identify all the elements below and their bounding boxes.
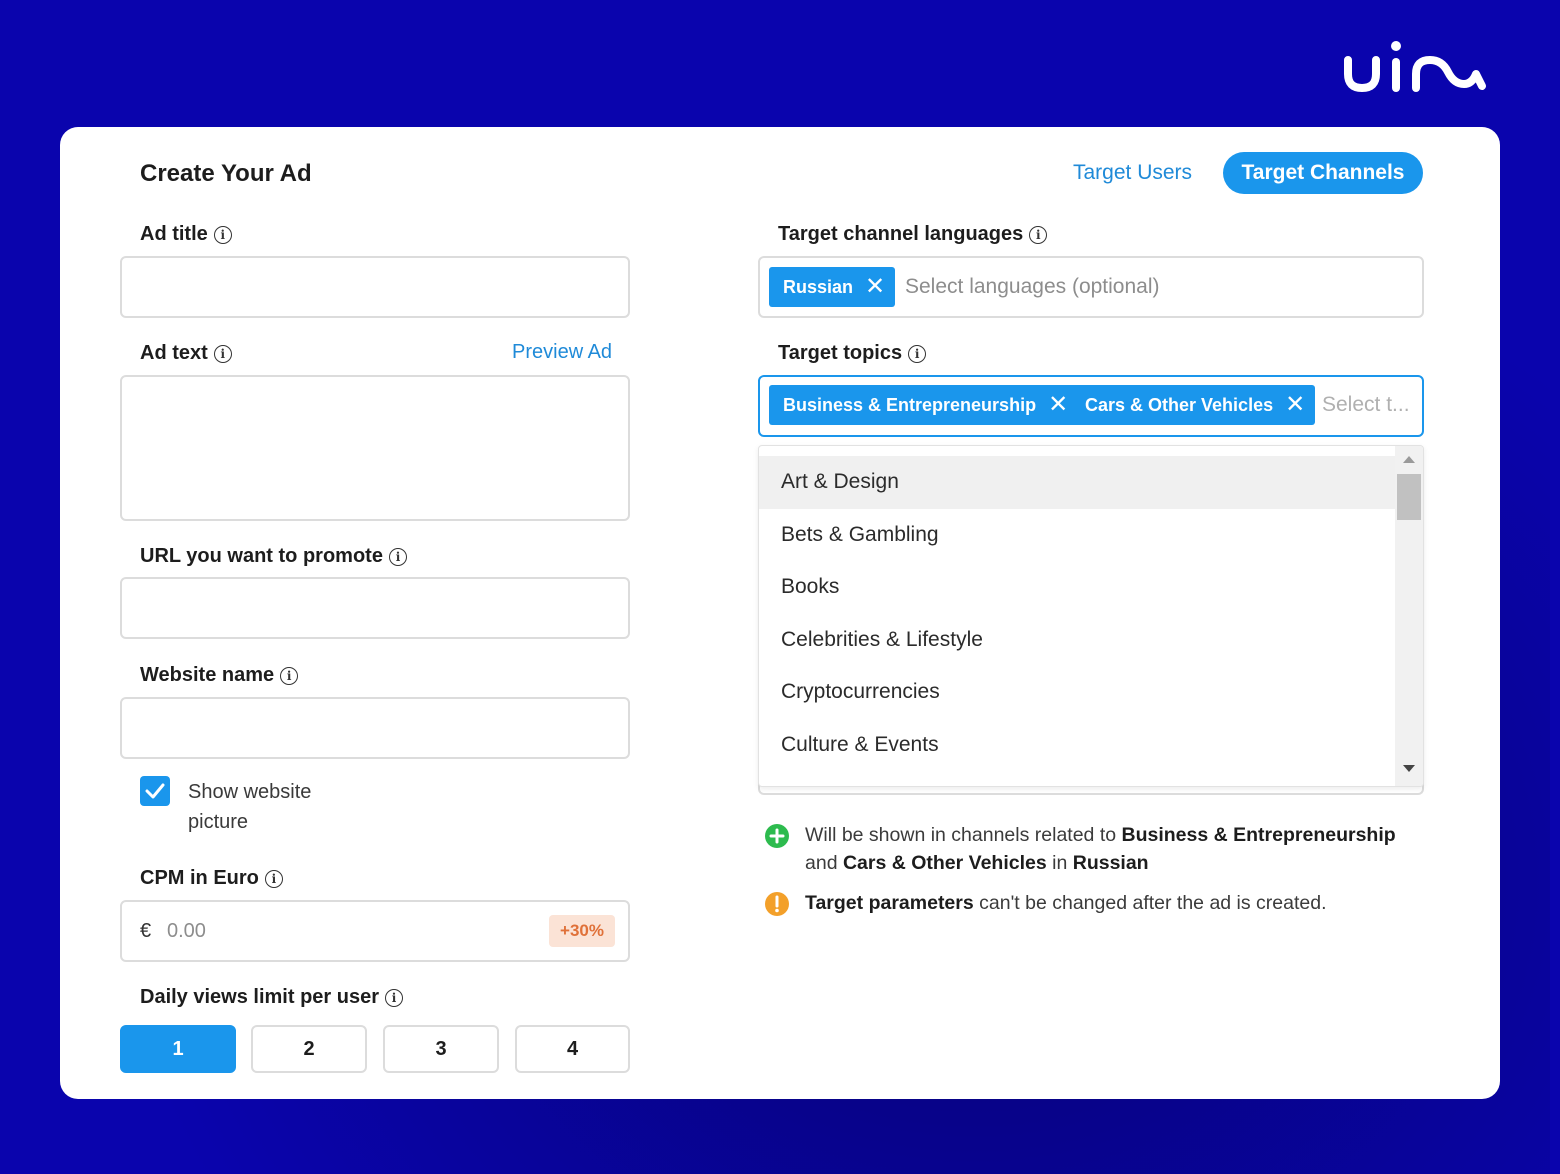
daily-limit-option-2[interactable]: 2 (251, 1025, 367, 1073)
language-chip-label: Russian (783, 276, 854, 297)
ad-title-label: Ad title i (140, 223, 232, 246)
warning-text: can't be changed after the ad is created… (973, 892, 1327, 914)
topic-option-cryptocurrencies[interactable]: Cryptocurrencies (759, 666, 1397, 719)
info-circle-icon[interactable]: i (280, 666, 299, 685)
topics-label-text: Target topics (778, 342, 903, 364)
note-text: Will be shown in channels related to (805, 824, 1122, 846)
caret-down-icon[interactable] (1402, 764, 1416, 774)
exclamation-circle-icon (765, 892, 789, 916)
brand-logo (1344, 41, 1486, 93)
show-picture-label: Show website picture (188, 777, 311, 837)
languages-label: Target channel languages i (778, 223, 1048, 246)
show-picture-checkbox[interactable] (140, 776, 170, 806)
topic-option-celebrities-lifestyle[interactable]: Celebrities & Lifestyle (759, 614, 1397, 667)
topics-label: Target topics i (778, 342, 927, 365)
close-icon[interactable]: ✕ (865, 275, 885, 299)
topics-option-list: Art & Design Bets & Gambling Books Celeb… (759, 456, 1397, 771)
checkmark-icon (145, 783, 165, 799)
show-picture-label-line1: Show website (188, 781, 312, 803)
preview-ad-link[interactable]: Preview Ad (512, 341, 612, 364)
note-text: in (1046, 852, 1073, 874)
topic-chip-label: Cars & Other Vehicles (1085, 394, 1274, 415)
website-name-label: Website name i (140, 664, 299, 687)
daily-limit-option-3[interactable]: 3 (383, 1025, 499, 1073)
caret-up-icon[interactable] (1402, 454, 1416, 464)
close-icon[interactable]: ✕ (1285, 393, 1305, 417)
close-icon[interactable]: ✕ (1048, 393, 1068, 417)
scrollbar-thumb[interactable] (1397, 474, 1421, 520)
cpm-label: CPM in Euro i (140, 867, 283, 890)
url-label: URL you want to promote i (140, 545, 407, 568)
daily-limit-option-4[interactable]: 4 (515, 1025, 630, 1073)
warning-emphasis: Target parameters (805, 892, 974, 914)
info-circle-icon[interactable]: i (213, 225, 232, 244)
daily-limit-label-text: Daily views limit per user (140, 986, 379, 1008)
info-circle-icon[interactable]: i (385, 988, 403, 1007)
topic-option-culture-events[interactable]: Culture & Events (759, 719, 1397, 772)
url-input[interactable] (120, 577, 630, 639)
currency-symbol: € (140, 920, 152, 942)
note-text: and (805, 852, 843, 874)
info-circle-icon[interactable]: i (908, 344, 927, 363)
languages-placeholder: Select languages (optional) (905, 275, 1160, 298)
info-circle-icon[interactable]: i (264, 869, 283, 888)
topics-select[interactable]: Business & Entrepreneurship ✕ Cars & Oth… (758, 375, 1424, 437)
create-ad-card: Create Your Ad Target Users Target Chann… (60, 127, 1500, 1099)
note-language: Russian (1072, 852, 1149, 874)
topic-chip-cars[interactable]: Cars & Other Vehicles ✕ (1071, 385, 1316, 425)
tab-target-users[interactable]: Target Users (1073, 161, 1192, 185)
ad-title-label-text: Ad title (140, 223, 208, 245)
ad-text-label-text: Ad text (140, 342, 208, 364)
note-topic-2: Cars & Other Vehicles (842, 852, 1047, 874)
ad-title-input[interactable] (120, 256, 630, 318)
tab-target-channels[interactable]: Target Channels (1223, 152, 1423, 194)
info-circle-icon[interactable]: i (388, 547, 407, 566)
show-picture-label-line2: picture (188, 811, 249, 833)
languages-select[interactable]: Russian ✕ Select languages (optional) (758, 256, 1424, 318)
cpm-label-text: CPM in Euro (140, 867, 259, 889)
info-circle-icon[interactable]: i (213, 344, 232, 363)
page-title: Create Your Ad (140, 160, 312, 187)
cpm-surcharge-badge: +30% (549, 915, 615, 947)
daily-limit-label: Daily views limit per user i (140, 986, 403, 1009)
info-circle-icon[interactable]: i (1029, 225, 1048, 244)
daily-limit-option-1[interactable]: 1 (120, 1025, 236, 1073)
topic-option-books[interactable]: Books (759, 561, 1397, 614)
website-name-input[interactable] (120, 697, 630, 759)
targeting-summary-note: Will be shown in channels related to Bus… (805, 821, 1405, 877)
url-label-text: URL you want to promote (140, 545, 383, 567)
topic-option-art-design[interactable]: Art & Design (759, 456, 1397, 509)
languages-label-text: Target channel languages (778, 223, 1024, 245)
website-name-label-text: Website name (140, 664, 275, 686)
language-chip[interactable]: Russian ✕ (769, 267, 896, 307)
topic-option-bets-gambling[interactable]: Bets & Gambling (759, 509, 1397, 562)
dropdown-scrollbar[interactable] (1395, 446, 1423, 786)
targeting-warning-note: Target parameters can't be changed after… (805, 889, 1425, 917)
topic-chip-label: Business & Entrepreneurship (783, 394, 1037, 415)
ad-text-label: Ad text i (140, 342, 232, 365)
cpm-placeholder: 0.00 (167, 920, 206, 942)
topic-chip-business[interactable]: Business & Entrepreneurship ✕ (769, 385, 1079, 425)
plus-circle-icon (765, 824, 789, 848)
ad-text-textarea[interactable] (120, 375, 630, 521)
note-topic-1: Business & Entrepreneurship (1121, 824, 1396, 846)
cpm-input[interactable]: € 0.00 +30% (120, 900, 630, 962)
topics-placeholder: Select t... (1322, 393, 1410, 416)
topics-dropdown: Art & Design Bets & Gambling Books Celeb… (758, 445, 1424, 787)
